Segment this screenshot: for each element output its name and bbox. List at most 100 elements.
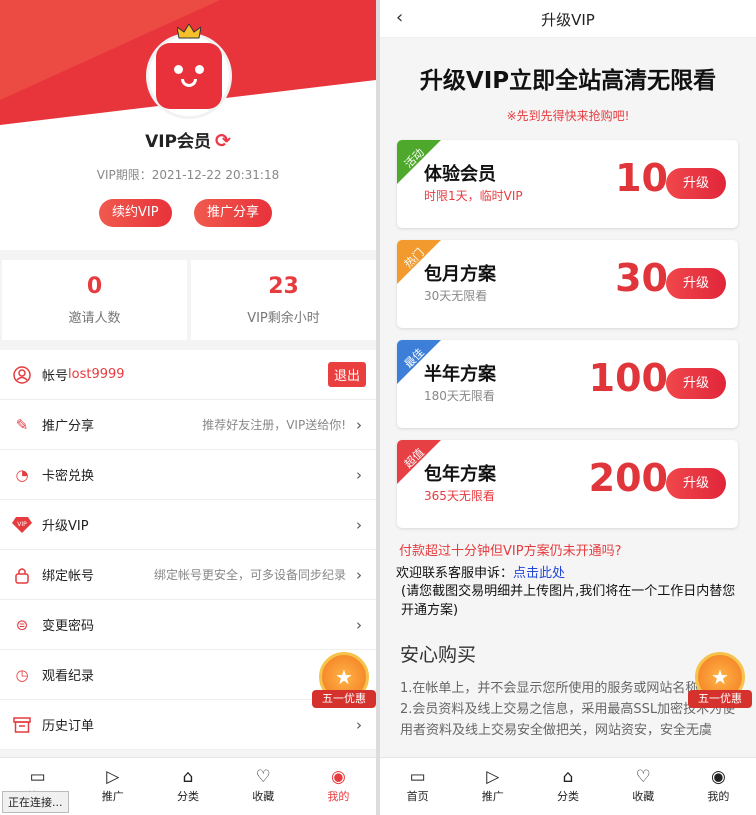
menu-item-label: 变更密码 [42,619,95,634]
plan-desc: 180天无限看 [424,389,495,403]
tab-label: 我的 [327,790,350,803]
stat-value: 0 [86,274,103,299]
payment-notice: 付款超过十分钟但VIP方案仍未开通吗? [399,544,622,559]
plan-price: 10 [615,156,668,200]
tab-favorites[interactable]: ♡ 收藏 [606,758,681,815]
bookmark-icon: ⌂ [562,767,574,787]
menu-item-share[interactable]: ✎ 推广分享 推荐好友注册，VIP送给你! › [0,400,376,450]
upgrade-headline: 升级VIP立即全站高清无限看 [419,68,717,94]
user-icon: ◉ [710,767,726,787]
history-icon: ◷ [15,665,29,684]
menu-item-label: 升级VIP [42,519,89,534]
plan-desc: 时限1天，临时VIP [424,189,523,203]
play-icon: ▷ [486,767,500,787]
plan-card[interactable]: 活动 体验会员 时限1天，临时VIP 10 升级 [397,140,738,228]
plan-name: 包月方案 [424,264,496,285]
plan-card[interactable]: 超值 包年方案 365天无限看 200 升级 [397,440,738,528]
plan-desc: 365天无限看 [424,489,495,503]
nav-title: 升级VIP [541,11,595,29]
logout-button[interactable]: 退出 [327,362,366,387]
vip-title: VIP会员 ⟳ [145,130,231,152]
plan-name: 半年方案 [424,364,496,385]
heart-icon: ♡ [635,767,651,787]
upgrade-subline: ※先到先得快来抢购吧! [506,109,630,123]
plan-name: 包年方案 [424,464,496,485]
stat-label: 邀请人数 [68,311,121,326]
menu-item-upgrade[interactable]: VIP 升级VIP › [0,500,376,550]
upgrade-button[interactable]: 升级 [666,268,726,299]
tab-mine[interactable]: ◉ 我的 [301,758,376,815]
tab-favorites[interactable]: ♡ 收藏 [226,758,301,815]
menu-item-bind-account[interactable]: 绑定帐号 绑定帐号更安全，可多设备同步纪录 › [0,550,376,600]
tab-label: 分类 [557,790,579,803]
promo-label: 五一优惠 [312,690,376,708]
plan-name: 体验会员 [424,164,496,185]
tab-home[interactable]: ▭ 首页 [380,758,455,815]
svg-text:VIP: VIP [17,521,27,528]
stats-panel: 0 邀请人数 23 VIP剩余小时 [0,260,376,340]
tab-label: 收藏 [632,790,655,803]
chevron-right-icon: › [356,615,362,634]
account-username: lost9999 [68,367,125,382]
tab-category[interactable]: ⌂ 分类 [530,758,605,815]
stat-invites: 0 邀请人数 [2,260,187,340]
renew-vip-button[interactable]: 续约VIP [99,199,172,227]
tab-label: 收藏 [252,790,275,803]
menu-item-label: 观看纪录 [42,669,95,684]
refresh-icon[interactable]: ⟳ [215,130,231,152]
vip-icon: VIP [12,515,32,535]
plan-price: 100 [588,356,668,400]
lock-icon [12,565,32,585]
archive-icon [12,715,32,735]
upgrade-button[interactable]: 升级 [666,468,726,499]
video-icon: ▭ [29,767,46,787]
menu-item-label: 帐号 [42,369,69,384]
secure-title: 安心购买 [400,644,477,666]
bookmark-icon: ⌂ [182,767,194,787]
contact-line: 欢迎联系客服申诉：点击此处 [396,562,565,581]
robot-icon [156,43,222,109]
pen-icon: ✎ [15,415,29,434]
crown-icon [177,24,201,39]
contact-link[interactable]: 点击此处 [513,566,565,581]
heart-icon: ♡ [255,767,271,787]
stat-vip-hours: 23 VIP剩余小时 [191,260,376,340]
menu-item-label: 推广分享 [42,419,95,434]
menu-item-label: 卡密兑换 [42,469,95,484]
chevron-right-icon: › [356,465,362,484]
upgrade-screen: ‹ 升级VIP 升级VIP立即全站高清无限看 ※先到先得快来抢购吧! 活动 体验… [380,0,756,815]
share-button[interactable]: 推广分享 [194,199,273,227]
chevron-right-icon: › [356,515,362,534]
tab-label: 分类 [177,790,199,803]
screenshot-note: (请您截图交易明细并上传图片,我们将在一个工作日内替您开通方案) [401,584,736,618]
video-icon: ▭ [409,767,426,787]
tab-category[interactable]: ⌂ 分类 [150,758,225,815]
upgrade-button[interactable]: 升级 [666,168,726,199]
plan-price: 200 [588,456,668,500]
tab-promote[interactable]: ▷ 推广 [455,758,530,815]
stat-value: 23 [268,274,299,299]
profile-header: VIP会员 ⟳ VIP期限：2021-12-22 20:31:18 续约VIP 推… [0,0,376,250]
tab-mine[interactable]: ◉ 我的 [681,758,756,815]
vip-expire: VIP期限：2021-12-22 20:31:18 [96,168,280,182]
bottom-tab-bar: ▭ 首页 ▷ 推广 ⌂ 分类 ♡ 收藏 ◉ 我的 [380,757,756,815]
chevron-right-icon: › [356,415,362,434]
menu-item-redeem[interactable]: ◔ 卡密兑换 › [0,450,376,500]
tab-promote[interactable]: ▷ 推广 [75,758,150,815]
avatar[interactable] [146,33,232,119]
menu-item-hint: 绑定帐号更安全，可多设备同步纪录 [153,568,346,582]
plan-desc: 30天无限看 [424,289,488,303]
menu-item-label: 绑定帐号 [42,569,95,584]
menu-item-hint: 推荐好友注册，VIP送给你! [202,418,346,432]
plan-price: 30 [615,256,668,300]
profile-screen: VIP会员 ⟳ VIP期限：2021-12-22 20:31:18 续约VIP 推… [0,0,376,815]
menu-item-account: 帐号 lost9999 退出 [0,350,376,400]
chevron-right-icon: › [356,715,362,734]
promo-badge[interactable]: ★ 五一优惠 [312,652,376,716]
ticket-icon: ◔ [15,465,29,484]
upgrade-button[interactable]: 升级 [666,368,726,399]
menu-item-change-password[interactable]: ⊜ 变更密码 › [0,600,376,650]
plan-card[interactable]: 热门 包月方案 30天无限看 30 升级 [397,240,738,328]
plan-card[interactable]: 最佳 半年方案 180天无限看 100 升级 [397,340,738,428]
promo-badge[interactable]: ★ 五一优惠 [688,652,752,716]
